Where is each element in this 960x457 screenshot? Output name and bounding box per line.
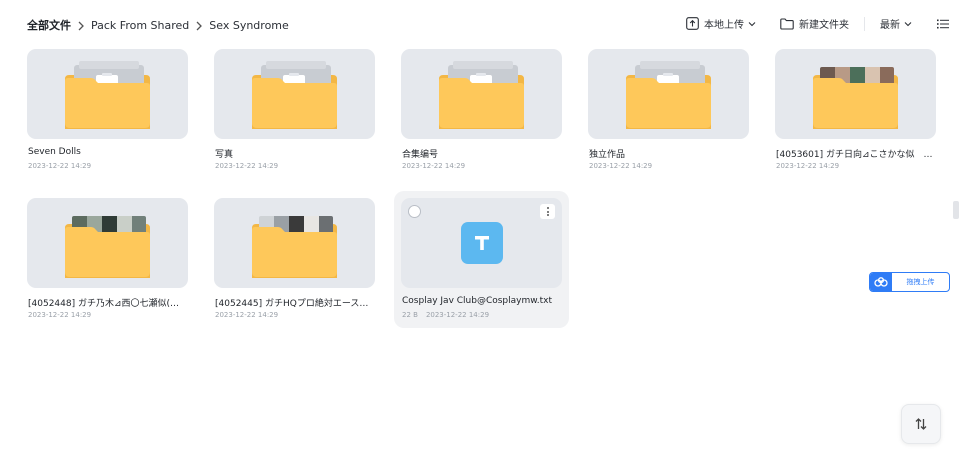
upload-button[interactable]: 本地上传: [686, 16, 761, 31]
folder-name: 独立作品: [589, 150, 626, 160]
file-meta: 22 B 2023-12-22 14:29: [402, 311, 489, 319]
list-view-button[interactable]: [937, 19, 954, 29]
scrollbar-thumb[interactable]: [953, 201, 959, 219]
folder-thumbnail: [214, 198, 375, 288]
sort-fab-button[interactable]: [901, 404, 941, 444]
sort-icon: [915, 418, 927, 430]
folder-thumbnail: [588, 49, 749, 139]
upload-icon: [686, 17, 699, 30]
new-folder-button[interactable]: 新建文件夹: [780, 16, 849, 31]
folder-card[interactable]: [4053601] ガチ日向⊿こさかな似 清楚系... 2023-12-22 14…: [775, 49, 937, 174]
upload-label: 本地上传: [704, 20, 744, 31]
file-thumbnail: [401, 198, 562, 288]
breadcrumb: 全部文件 Pack From Shared Sex Syndrome: [27, 17, 289, 33]
folder-thumbnail: [401, 49, 562, 139]
folder-card[interactable]: [4052448] ガチ乃木⊿西〇七瀬似(本物)... 2023-12-22 14…: [27, 198, 189, 323]
file-name: Cosplay Jav Club@Cosplaymw.txt: [402, 296, 553, 306]
folder-icon: [439, 61, 524, 129]
folder-name: [4052448] ガチ乃木⊿西〇七瀬似(本物)...: [28, 299, 188, 309]
folder-card[interactable]: 合集编号 2023-12-22 14:29: [401, 49, 563, 174]
file-date: 2023-12-22 14:29: [425, 311, 490, 319]
folder-thumbnail: [27, 49, 188, 139]
drag-upload-label: 拖拽上传: [906, 278, 935, 286]
toolbar: 本地上传 新建文件夹 最新: [686, 16, 954, 31]
top-bar: 全部文件 Pack From Shared Sex Syndrome 本地上传 …: [0, 0, 960, 48]
file-size: 22 B: [402, 311, 418, 319]
folder-icon: [780, 17, 794, 30]
folder-date: 2023-12-22 14:29: [28, 311, 92, 319]
folder-icon: [65, 216, 150, 278]
folder-icon: [252, 61, 337, 129]
toolbar-divider: [864, 16, 865, 31]
txt-file-icon: [461, 222, 503, 264]
sort-label: 最新: [880, 20, 900, 31]
list-view-icon: [937, 19, 949, 28]
folder-icon: [252, 216, 337, 278]
new-folder-label: 新建文件夹: [799, 20, 849, 31]
folder-name: [4053601] ガチ日向⊿こさかな似 清楚系...: [776, 150, 936, 160]
folder-icon: [65, 61, 150, 129]
folder-icon: [813, 67, 898, 129]
folder-name: [4052445] ガチHQプロ絶対エースも...: [215, 299, 375, 309]
drag-upload-button[interactable]: 拖拽上传: [869, 272, 950, 292]
folder-thumbnail: [775, 49, 936, 139]
chevron-right-icon: [189, 19, 209, 32]
folder-card[interactable]: 独立作品 2023-12-22 14:29: [588, 49, 750, 174]
folder-name: 合集编号: [402, 150, 439, 160]
folder-card[interactable]: Seven Dolls 2023-12-22 14:29: [27, 49, 189, 174]
folder-date: 2023-12-22 14:29: [589, 162, 653, 170]
chevron-down-icon: [748, 21, 756, 26]
folder-name: Seven Dolls: [28, 147, 81, 157]
breadcrumb-item-pack-from-shared[interactable]: Pack From Shared: [91, 19, 189, 32]
folder-card[interactable]: 写真 2023-12-22 14:29: [214, 49, 376, 174]
folder-date: 2023-12-22 14:29: [402, 162, 466, 170]
more-options-icon[interactable]: [540, 204, 555, 219]
folder-icon: [626, 61, 711, 129]
folder-date: 2023-12-22 14:29: [215, 162, 279, 170]
folder-thumbnail: [214, 49, 375, 139]
folder-date: 2023-12-22 14:29: [215, 311, 279, 319]
breadcrumb-root[interactable]: 全部文件: [27, 17, 71, 33]
folder-date: 2023-12-22 14:29: [28, 162, 92, 170]
folder-thumbnail: [27, 198, 188, 288]
folder-name: 写真: [215, 150, 234, 160]
chevron-right-icon: [71, 19, 91, 32]
chevron-down-icon: [904, 21, 912, 26]
cloud-link-icon: [870, 273, 892, 291]
file-card-txt[interactable]: Cosplay Jav Club@Cosplaymw.txt 22 B 2023-1…: [394, 191, 569, 328]
folder-card[interactable]: [4052445] ガチHQプロ絶対エースも... 2023-12-22 14:2…: [214, 198, 376, 323]
folder-date: 2023-12-22 14:29: [776, 162, 840, 170]
sort-dropdown[interactable]: 最新: [880, 16, 917, 31]
select-checkbox[interactable]: [408, 205, 421, 218]
breadcrumb-item-current: Sex Syndrome: [209, 18, 289, 32]
